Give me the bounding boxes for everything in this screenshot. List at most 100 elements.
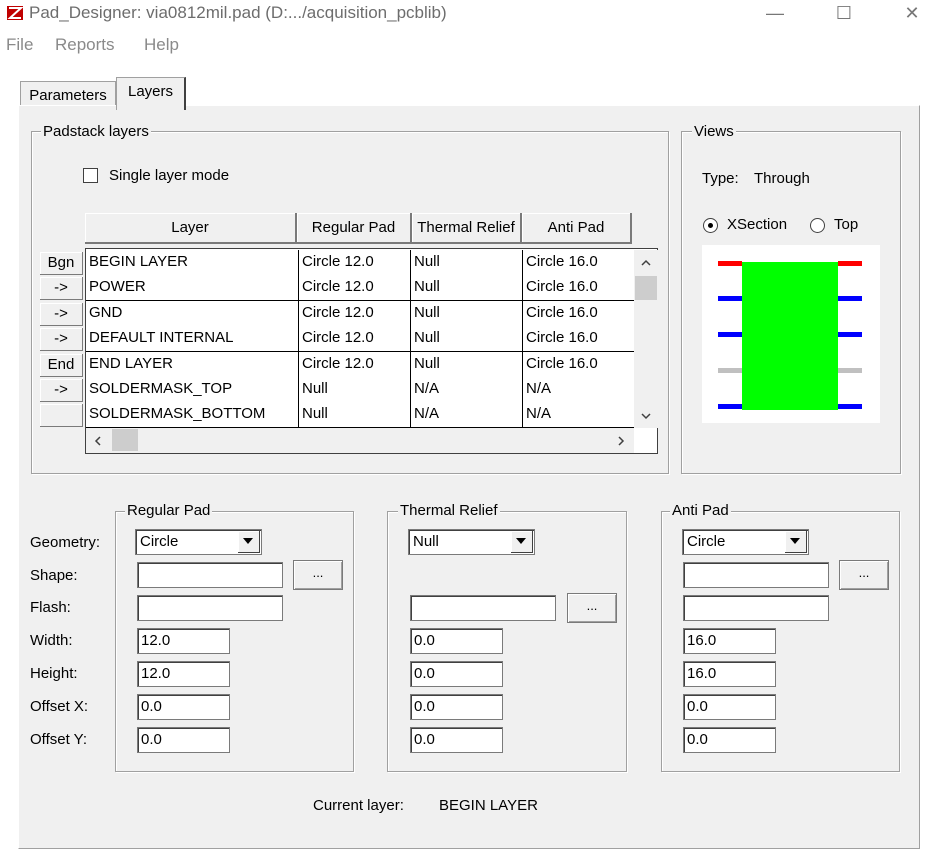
column-header-thermal-relief[interactable]: Thermal Relief — [412, 213, 522, 244]
table-cell-thermal[interactable]: Null — [411, 351, 523, 378]
row-button[interactable]: Bgn — [40, 252, 83, 275]
regular-shape-browse-button[interactable]: ... — [293, 560, 343, 590]
vertical-scroll-thumb[interactable] — [635, 276, 657, 300]
regular-geometry-select[interactable]: Circle — [135, 529, 262, 555]
table-cell-thermal[interactable]: N/A — [411, 377, 523, 403]
row-button[interactable]: -> — [40, 379, 83, 402]
regular-offset-y-input[interactable]: 0.0 — [137, 727, 230, 753]
offset-y-label: Offset Y: — [30, 731, 87, 748]
column-header-regular-pad[interactable]: Regular Pad — [297, 213, 412, 244]
table-cell-layer[interactable]: POWER — [86, 275, 299, 302]
menu-reports[interactable]: Reports — [55, 35, 115, 55]
table-cell-anti[interactable]: Circle 16.0 — [523, 326, 635, 353]
current-layer-label: Current layer: — [313, 797, 404, 814]
row-button[interactable]: -> — [40, 277, 83, 301]
anti-flash-input[interactable] — [683, 595, 829, 621]
anti-offset-x-input[interactable]: 0.0 — [683, 694, 776, 720]
regular-shape-input[interactable] — [137, 562, 283, 588]
anti-shape-browse-button[interactable]: ... — [839, 560, 889, 590]
table-cell-thermal[interactable]: Null — [411, 275, 523, 302]
scroll-left-icon[interactable] — [94, 436, 101, 446]
horizontal-scroll-thumb[interactable] — [112, 429, 138, 451]
table-cell-thermal[interactable]: Null — [411, 326, 523, 353]
shape-label: Shape: — [30, 567, 78, 584]
thermal-offset-y-input[interactable]: 0.0 — [410, 727, 503, 753]
table-cell-layer[interactable]: SOLDERMASK_BOTTOM — [86, 402, 299, 429]
scroll-down-icon[interactable] — [641, 413, 651, 420]
table-cell-layer[interactable]: DEFAULT INTERNAL — [86, 326, 299, 353]
table-cell-anti[interactable]: Circle 16.0 — [523, 250, 635, 276]
row-button[interactable]: End — [40, 353, 83, 377]
window-title: Pad_Designer: via0812mil.pad (D:.../acqu… — [29, 3, 447, 22]
table-cell-thermal[interactable]: Null — [411, 250, 523, 276]
table-cell-anti[interactable]: Circle 16.0 — [523, 351, 635, 378]
anti-height-input[interactable]: 16.0 — [683, 661, 776, 687]
single-layer-checkbox[interactable] — [83, 168, 98, 183]
scroll-up-icon[interactable] — [641, 259, 651, 266]
table-cell-anti[interactable]: N/A — [523, 377, 635, 403]
dropdown-arrow-icon[interactable] — [785, 531, 807, 553]
regular-flash-input[interactable] — [137, 595, 283, 621]
anti-offset-y-input[interactable]: 0.0 — [683, 727, 776, 753]
thermal-height-input[interactable]: 0.0 — [410, 661, 503, 687]
top-label: Top — [834, 216, 859, 233]
thermal-offset-x-input[interactable]: 0.0 — [410, 694, 503, 720]
thermal-width-input[interactable]: 0.0 — [410, 628, 503, 654]
app-icon — [7, 6, 24, 20]
single-layer-label: Single layer mode — [109, 167, 230, 184]
row-button[interactable]: -> — [40, 302, 83, 326]
column-header-layer[interactable]: Layer — [85, 213, 297, 244]
anti-width-input[interactable]: 16.0 — [683, 628, 776, 654]
width-label: Width: — [30, 632, 73, 649]
xsection-radio[interactable] — [703, 218, 718, 233]
table-cell-anti[interactable]: Circle 16.0 — [523, 275, 635, 302]
table-cell-regular[interactable]: Circle 12.0 — [299, 300, 411, 327]
table-cell-anti[interactable]: Circle 16.0 — [523, 300, 635, 327]
table-cell-layer[interactable]: GND — [86, 300, 299, 327]
minimize-button[interactable]: — — [752, 0, 798, 28]
table-cell-regular[interactable]: Circle 12.0 — [299, 351, 411, 378]
views-label: Views — [692, 123, 736, 140]
top-radio[interactable] — [810, 218, 825, 233]
thermal-relief-label: Thermal Relief — [398, 502, 500, 519]
regular-height-input[interactable]: 12.0 — [137, 661, 230, 687]
thermal-geometry-select[interactable]: Null — [408, 529, 535, 555]
thermal-flash-browse-button[interactable]: ... — [567, 593, 617, 623]
dropdown-arrow-icon[interactable] — [511, 531, 533, 553]
current-layer-value: BEGIN LAYER — [439, 797, 538, 814]
close-button[interactable]: ✕ — [889, 0, 935, 28]
menu-help[interactable]: Help — [144, 35, 179, 55]
table-cell-regular[interactable]: Circle 12.0 — [299, 275, 411, 302]
vertical-scrollbar[interactable] — [634, 250, 658, 428]
regular-width-input[interactable]: 12.0 — [137, 628, 230, 654]
horizontal-scrollbar[interactable] — [86, 428, 634, 453]
table-cell-regular[interactable]: Null — [299, 402, 411, 429]
row-button[interactable]: -> — [40, 328, 83, 352]
table-cell-layer[interactable]: SOLDERMASK_TOP — [86, 377, 299, 403]
table-cell-regular[interactable]: Circle 12.0 — [299, 326, 411, 353]
table-cell-thermal[interactable]: Null — [411, 300, 523, 327]
scroll-right-icon[interactable] — [618, 436, 625, 446]
table-cell-regular[interactable]: Null — [299, 377, 411, 403]
table-cell-thermal[interactable]: N/A — [411, 402, 523, 429]
table-cell-anti[interactable]: N/A — [523, 402, 635, 429]
maximize-button[interactable]: ☐ — [821, 0, 867, 28]
tab-layers[interactable]: Layers — [116, 77, 186, 110]
title-bar: Pad_Designer: via0812mil.pad (D:.../acqu… — [0, 0, 935, 28]
anti-shape-input[interactable] — [683, 562, 829, 588]
flash-label: Flash: — [30, 599, 71, 616]
thermal-flash-input[interactable] — [410, 595, 556, 621]
xsection-label: XSection — [727, 216, 788, 233]
anti-geometry-value: Circle — [687, 533, 726, 550]
anti-geometry-select[interactable]: Circle — [682, 529, 809, 555]
regular-offset-x-input[interactable]: 0.0 — [137, 694, 230, 720]
table-cell-layer[interactable]: BEGIN LAYER — [86, 250, 299, 276]
thermal-geometry-value: Null — [413, 533, 439, 550]
row-button[interactable] — [40, 404, 83, 428]
menu-file[interactable]: File — [6, 35, 33, 55]
table-cell-regular[interactable]: Circle 12.0 — [299, 250, 411, 276]
column-header-anti-pad[interactable]: Anti Pad — [522, 213, 632, 244]
table-cell-layer[interactable]: END LAYER — [86, 351, 299, 378]
dropdown-arrow-icon[interactable] — [238, 531, 260, 553]
regular-pad-label: Regular Pad — [125, 502, 213, 519]
